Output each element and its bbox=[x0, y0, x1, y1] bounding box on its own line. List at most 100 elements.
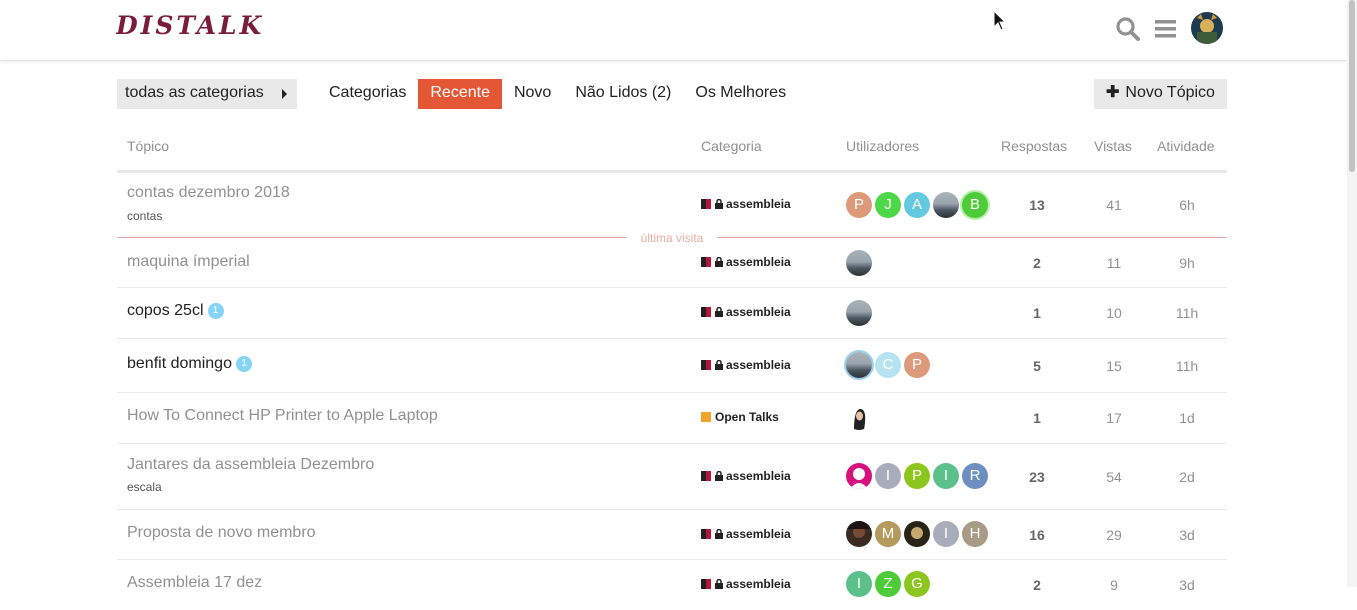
category-color-swatch bbox=[701, 257, 711, 267]
new-topic-label: Novo Tópico bbox=[1125, 84, 1215, 101]
tab-nao-lidos[interactable]: Não Lidos (2) bbox=[563, 79, 683, 109]
avatar[interactable]: J bbox=[875, 192, 901, 218]
topic-title[interactable]: Jantares da assembleia Dezembro bbox=[127, 456, 374, 474]
topic-title[interactable]: Proposta de novo membro bbox=[127, 524, 316, 542]
table-row[interactable]: contas dezembro 2018 contas assembleia P… bbox=[117, 173, 1227, 245]
scrollbar-thumb[interactable] bbox=[1349, 0, 1355, 172]
topic-title[interactable]: Assembleia 17 dez bbox=[127, 574, 262, 592]
avatar[interactable]: P bbox=[846, 192, 872, 218]
tab-novo[interactable]: Novo bbox=[502, 79, 563, 109]
tab-recente[interactable]: Recente bbox=[418, 79, 502, 109]
tab-categorias[interactable]: Categorias bbox=[317, 79, 418, 109]
activity-time[interactable]: 2d bbox=[1157, 469, 1217, 485]
activity-time[interactable]: 3d bbox=[1157, 577, 1217, 593]
topic-title[interactable]: contas dezembro 2018 bbox=[127, 184, 290, 202]
avatar[interactable] bbox=[846, 521, 872, 547]
table-row[interactable]: Proposta de novo membro assembleia M I H… bbox=[117, 510, 1227, 560]
avatar[interactable]: I bbox=[933, 521, 959, 547]
lock-icon bbox=[715, 578, 723, 592]
category-color-swatch bbox=[701, 529, 711, 539]
category-badge[interactable]: assembleia bbox=[701, 358, 791, 373]
avatar[interactable] bbox=[846, 404, 872, 430]
distalk-logo[interactable]: DISTALK bbox=[115, 8, 292, 42]
avatar[interactable]: H bbox=[962, 521, 988, 547]
user-avatar[interactable] bbox=[1191, 12, 1223, 44]
view-count: 29 bbox=[1106, 527, 1122, 543]
reply-count[interactable]: 16 bbox=[1007, 527, 1067, 543]
avatar[interactable] bbox=[846, 463, 872, 489]
avatar[interactable]: R bbox=[962, 463, 988, 489]
reply-count[interactable]: 1 bbox=[1007, 305, 1067, 321]
category-badge[interactable]: assembleia bbox=[701, 527, 791, 542]
topic-title[interactable]: copos 25cl 1 bbox=[127, 302, 224, 320]
table-row[interactable]: Assembleia 17 dez assembleia I Z G 2 9 3… bbox=[117, 560, 1227, 610]
header-replies[interactable]: Respostas bbox=[1001, 138, 1067, 154]
lock-icon bbox=[715, 306, 723, 320]
activity-time[interactable]: 9h bbox=[1157, 255, 1217, 271]
avatar[interactable]: A bbox=[904, 192, 930, 218]
header-activity[interactable]: Atividade bbox=[1157, 138, 1215, 154]
category-color-swatch bbox=[701, 412, 711, 422]
avatar[interactable] bbox=[846, 352, 872, 378]
page-scrollbar[interactable] bbox=[1347, 0, 1357, 587]
header-category[interactable]: Categoria bbox=[701, 138, 762, 154]
tab-os-melhores[interactable]: Os Melhores bbox=[683, 79, 798, 109]
avatar[interactable]: G bbox=[904, 571, 930, 597]
activity-time[interactable]: 11h bbox=[1157, 305, 1217, 321]
avatar[interactable] bbox=[846, 250, 872, 276]
category-badge[interactable]: assembleia bbox=[701, 577, 791, 592]
table-row[interactable]: maquina ímperial assembleia 2 11 9h bbox=[117, 238, 1227, 288]
category-badge[interactable]: assembleia bbox=[701, 469, 791, 484]
category-badge[interactable]: assembleia bbox=[701, 197, 791, 212]
avatar[interactable]: P bbox=[904, 463, 930, 489]
avatar[interactable]: I bbox=[846, 571, 872, 597]
unread-badge[interactable]: 1 bbox=[235, 356, 252, 372]
reply-count[interactable]: 2 bbox=[1007, 255, 1067, 271]
category-name: assembleia bbox=[726, 527, 791, 541]
view-count: 41 bbox=[1106, 197, 1122, 213]
avatar[interactable]: P bbox=[904, 352, 930, 378]
avatar[interactable] bbox=[904, 521, 930, 547]
avatar[interactable]: I bbox=[875, 463, 901, 489]
category-badge[interactable]: assembleia bbox=[701, 255, 791, 270]
category-badge[interactable]: Open Talks bbox=[701, 410, 779, 424]
activity-time[interactable]: 11h bbox=[1157, 358, 1217, 374]
activity-time[interactable]: 1d bbox=[1157, 410, 1217, 426]
hamburger-menu-icon[interactable] bbox=[1154, 16, 1180, 42]
table-row[interactable]: Jantares da assembleia Dezembro escala a… bbox=[117, 444, 1227, 510]
reply-count[interactable]: 13 bbox=[1007, 197, 1067, 213]
search-icon[interactable] bbox=[1115, 16, 1141, 42]
topic-title[interactable]: How To Connect HP Printer to Apple Lapto… bbox=[127, 407, 438, 425]
table-row[interactable]: How To Connect HP Printer to Apple Lapto… bbox=[117, 393, 1227, 444]
avatar[interactable]: M bbox=[875, 521, 901, 547]
new-topic-button[interactable]: ✚ Novo Tópico bbox=[1094, 79, 1227, 109]
category-dropdown[interactable]: todas as categorias bbox=[117, 79, 297, 109]
topic-tag[interactable]: escala bbox=[127, 480, 162, 494]
unread-badge[interactable]: 1 bbox=[207, 303, 224, 319]
topic-navigation: todas as categorias Categorias Recente N… bbox=[117, 79, 1227, 109]
header-views[interactable]: Vistas bbox=[1094, 138, 1132, 154]
poster-avatars bbox=[846, 404, 875, 430]
table-row[interactable]: copos 25cl 1 assembleia 1 10 11h bbox=[117, 288, 1227, 339]
avatar[interactable] bbox=[846, 300, 872, 326]
category-name: assembleia bbox=[726, 255, 791, 269]
activity-time[interactable]: 3d bbox=[1157, 527, 1217, 543]
avatar[interactable]: I bbox=[933, 463, 959, 489]
reply-count[interactable]: 2 bbox=[1007, 577, 1067, 593]
category-name: assembleia bbox=[726, 358, 791, 372]
avatar[interactable]: C bbox=[875, 352, 901, 378]
avatar[interactable] bbox=[933, 192, 959, 218]
table-row[interactable]: benfit domingo 1 assembleia C P 5 15 11h bbox=[117, 339, 1227, 393]
topic-tag[interactable]: contas bbox=[127, 209, 162, 223]
activity-time[interactable]: 6h bbox=[1157, 197, 1217, 213]
reply-count[interactable]: 5 bbox=[1007, 358, 1067, 374]
header-topic[interactable]: Tópico bbox=[127, 138, 169, 154]
category-badge[interactable]: assembleia bbox=[701, 305, 791, 320]
avatar[interactable]: B bbox=[962, 192, 988, 218]
topic-title[interactable]: benfit domingo 1 bbox=[127, 355, 252, 373]
category-name: assembleia bbox=[726, 577, 791, 591]
reply-count[interactable]: 1 bbox=[1007, 410, 1067, 426]
avatar[interactable]: Z bbox=[875, 571, 901, 597]
reply-count[interactable]: 23 bbox=[1007, 469, 1067, 485]
topic-title[interactable]: maquina ímperial bbox=[127, 253, 250, 271]
